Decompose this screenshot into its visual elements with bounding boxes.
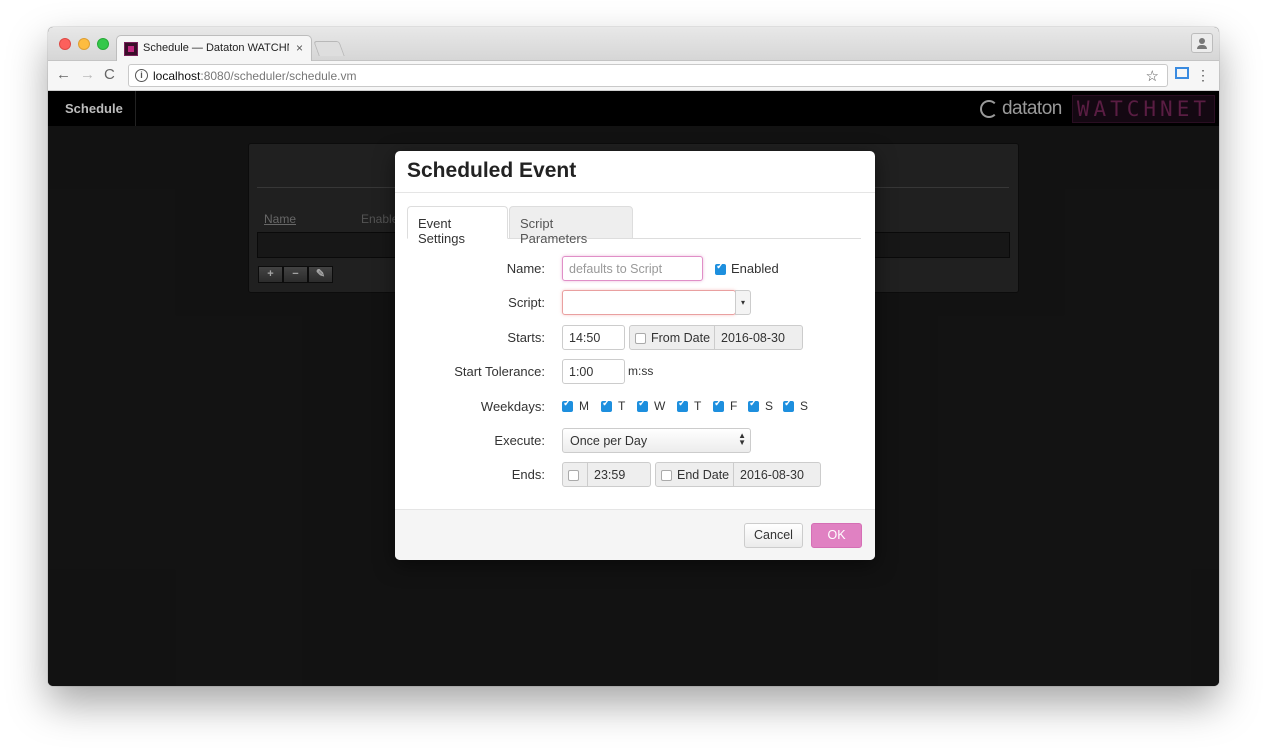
end-date-checkbox[interactable] <box>661 470 672 481</box>
weekday-label: F <box>730 399 738 413</box>
from-date-input[interactable]: 2016-08-30 <box>716 326 790 349</box>
back-arrow-icon[interactable]: ← <box>56 66 71 84</box>
dialog-header: Scheduled Event <box>395 151 875 193</box>
address-bar[interactable]: i localhost:8080/scheduler/schedule.vm ☆ <box>128 64 1168 87</box>
from-date-label: From Date <box>651 331 711 345</box>
weekday-checkbox-sat[interactable] <box>748 398 759 412</box>
end-date-label: End Date <box>677 468 730 482</box>
new-tab-button[interactable] <box>313 41 345 56</box>
weekday-label: S <box>800 399 809 413</box>
url-text: localhost:8080/scheduler/schedule.vm <box>153 69 356 83</box>
script-label: Script: <box>508 295 545 310</box>
enabled-checkbox[interactable] <box>715 261 726 275</box>
browser-menu-icon[interactable]: ⋮ <box>1196 67 1210 83</box>
app-header: Schedule dataton WATCHNET <box>48 91 1219 126</box>
watchnet-favicon-icon <box>124 42 138 56</box>
weekday-label: T <box>618 399 626 413</box>
bookmark-star-icon[interactable]: ☆ <box>1146 67 1159 85</box>
enabled-label: Enabled <box>731 261 779 276</box>
minimize-window-button[interactable] <box>78 38 90 50</box>
maximize-window-button[interactable] <box>97 38 109 50</box>
url-path: :8080/scheduler/schedule.vm <box>200 69 357 83</box>
divider <box>714 326 715 349</box>
from-date-group: From Date 2016-08-30 <box>629 325 803 350</box>
tab-event-settings[interactable]: Event Settings <box>407 206 508 246</box>
name-input[interactable]: defaults to Script <box>562 256 703 281</box>
end-time-input[interactable]: 23:59 <box>589 463 631 486</box>
starts-label: Starts: <box>507 330 545 345</box>
dialog-title: Scheduled Event <box>407 159 577 182</box>
dialog-footer: Cancel OK <box>395 509 875 560</box>
url-host: localhost <box>153 69 201 83</box>
end-date-group: End Date 2016-08-30 <box>655 462 821 487</box>
tab-close-icon[interactable]: × <box>296 41 303 55</box>
divider <box>733 463 734 486</box>
weekday-checkbox-wed[interactable] <box>637 398 648 412</box>
name-label: Name: <box>506 261 545 276</box>
reload-icon[interactable]: C <box>104 66 115 84</box>
info-icon[interactable]: i <box>135 69 148 82</box>
brand-company: dataton <box>1001 98 1062 119</box>
forward-arrow-icon[interactable]: → <box>80 66 95 84</box>
close-window-button[interactable] <box>59 38 71 50</box>
dialog-tabs: Event Settings Script Parameters <box>407 206 861 246</box>
dataton-logo-icon <box>979 100 998 118</box>
weekday-checkbox-tue[interactable] <box>601 398 612 412</box>
divider <box>587 463 588 486</box>
execute-select[interactable]: Once per Day ▲ ▼ <box>562 428 751 453</box>
chevron-down-icon[interactable]: ▾ <box>735 290 751 315</box>
tolerance-input[interactable]: 1:00 <box>562 359 625 384</box>
brand-product: WATCHNET <box>1071 95 1215 123</box>
browser-toolbar: ← → C i localhost:8080/scheduler/schedul… <box>48 61 1219 91</box>
ends-label: Ends: <box>511 467 545 482</box>
app-title[interactable]: Schedule <box>48 91 136 126</box>
end-time-checkbox[interactable] <box>568 470 579 481</box>
tab-script-parameters[interactable]: Script Parameters <box>509 206 633 246</box>
weekday-label: T <box>694 399 702 413</box>
tolerance-label: Start Tolerance: <box>454 364 545 379</box>
browser-tab[interactable]: Schedule — Dataton WATCHNET × <box>116 35 312 62</box>
weekday-checkbox-fri[interactable] <box>713 398 724 412</box>
select-arrows-icon: ▲ ▼ <box>738 431 746 447</box>
tab-title: Schedule — Dataton WATCHNET <box>143 42 289 54</box>
script-input[interactable] <box>562 290 736 315</box>
weekday-label: M <box>579 399 589 413</box>
ok-button[interactable]: OK <box>811 523 862 548</box>
end-time-group: 23:59 <box>562 462 651 487</box>
weekday-label: S <box>765 399 774 413</box>
weekday-checkbox-sun[interactable] <box>783 398 794 412</box>
weekday-checkbox-mon[interactable] <box>562 398 573 412</box>
execute-value: Once per Day <box>570 434 648 448</box>
from-date-checkbox[interactable] <box>635 333 646 344</box>
weekdays-label: Weekdays: <box>480 399 545 414</box>
end-date-input[interactable]: 2016-08-30 <box>735 463 809 486</box>
scheduled-event-dialog: Scheduled Event Event Settings Script Pa… <box>395 151 875 560</box>
tab-strip: Schedule — Dataton WATCHNET × <box>48 27 1219 62</box>
execute-label: Execute: <box>494 433 545 448</box>
start-time-input[interactable]: 14:50 <box>562 325 625 350</box>
weekday-checkbox-thu[interactable] <box>677 398 688 412</box>
profile-icon[interactable] <box>1191 33 1213 53</box>
cast-extension-icon[interactable] <box>1175 67 1189 79</box>
weekday-label: W <box>654 399 666 413</box>
cancel-button[interactable]: Cancel <box>744 523 803 548</box>
tolerance-unit: m:ss <box>628 364 654 378</box>
brand-logo: dataton WATCHNET <box>979 95 1215 123</box>
